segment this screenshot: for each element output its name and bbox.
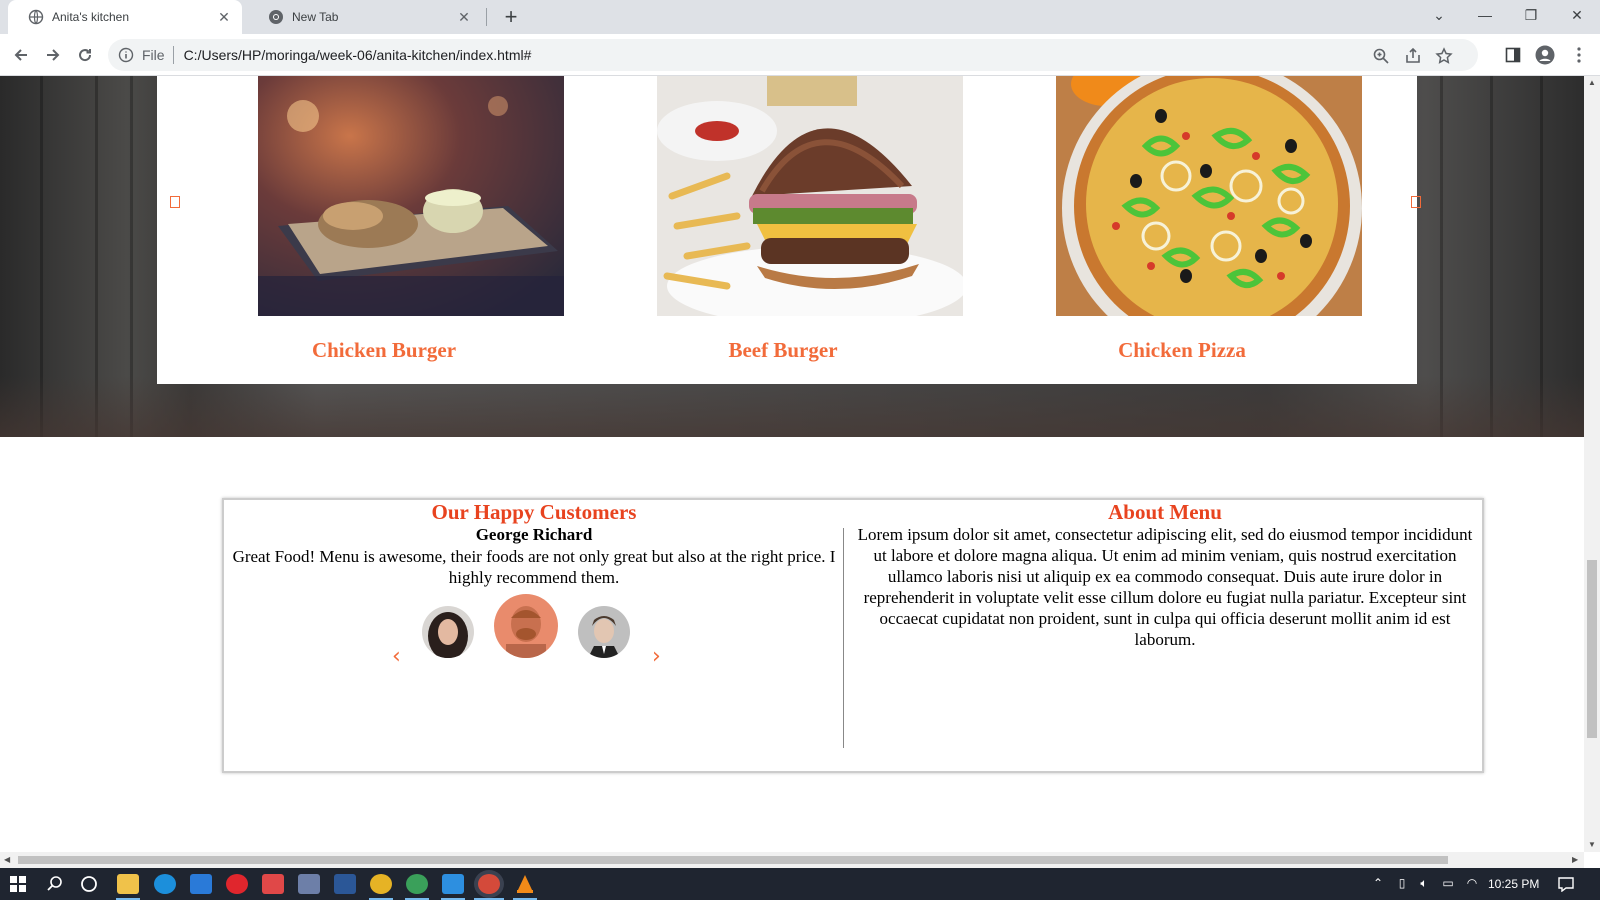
windows-start-icon[interactable] (10, 876, 26, 892)
arrow-left-icon (14, 49, 27, 61)
scheme-separator (172, 46, 174, 64)
close-icon[interactable]: ✕ (216, 9, 232, 25)
word-icon[interactable] (334, 874, 356, 894)
new-tab-button[interactable]: + (498, 4, 524, 30)
horizontal-scrollbar[interactable]: ◀ ▶ (0, 852, 1584, 868)
vscode-icon[interactable] (442, 874, 464, 894)
tab-title: Anita's kitchen (52, 10, 129, 24)
globe-icon (28, 9, 44, 25)
menu-item-name: Chicken Pizza (1118, 338, 1246, 362)
more-vert-icon (1577, 47, 1581, 63)
notification-icon[interactable] (1558, 876, 1574, 892)
chevron-left-icon[interactable]: ‹ (392, 644, 401, 669)
chrome-icon[interactable] (370, 874, 392, 894)
device-icon[interactable]: ▯ (1394, 876, 1410, 892)
carousel-prev-button[interactable] (170, 196, 180, 208)
profile-button[interactable] (1530, 40, 1560, 70)
vertical-scroll-thumb[interactable] (1587, 560, 1597, 738)
search-icon[interactable] (46, 875, 64, 893)
arrow-right-icon (47, 49, 60, 61)
scroll-up-icon[interactable]: ▲ (1588, 78, 1596, 87)
testimonials-panel: Our Happy Customers George Richard Great… (224, 500, 844, 771)
tab-new-tab[interactable]: New Tab ✕ (248, 0, 482, 34)
vlc-icon[interactable] (514, 874, 536, 894)
menu-button[interactable] (1564, 40, 1594, 70)
customer-avatar-active[interactable] (494, 594, 558, 658)
star-icon[interactable] (1435, 47, 1453, 65)
scheme-label: File (142, 47, 165, 63)
tab-search-icon[interactable]: ⌄ (1416, 0, 1462, 30)
store-icon[interactable] (298, 874, 320, 894)
chrome-icon (269, 10, 283, 24)
testimonials-heading: Our Happy Customers (431, 500, 637, 524)
chevron-right-icon[interactable]: › (652, 644, 661, 669)
customer-name: George Richard (475, 525, 593, 544)
avatar-icon (1535, 45, 1555, 65)
forward-button[interactable] (38, 40, 68, 70)
info-icon[interactable] (118, 47, 134, 63)
scroll-down-icon[interactable]: ▼ (1588, 840, 1596, 849)
url-text[interactable]: C:/Users/HP/moringa/week-06/anita-kitche… (184, 47, 532, 63)
chicken-burger-photo (258, 76, 564, 316)
wifi-icon[interactable]: ◠ (1464, 876, 1480, 892)
menu-item-name: Beef Burger (728, 338, 838, 362)
customer-avatar[interactable] (422, 606, 474, 658)
beef-burger-photo (657, 76, 963, 316)
media-player-icon[interactable] (262, 874, 284, 894)
scroll-left-icon[interactable]: ◀ (4, 855, 10, 864)
minimize-button[interactable]: — (1462, 0, 1508, 30)
windows-taskbar: ⌃ ▯ 🔈︎ ▭ ◠ 10:25 PM (0, 868, 1600, 900)
volume-icon[interactable]: 🔈︎ (1416, 876, 1432, 892)
share-icon[interactable] (1404, 47, 1422, 65)
tab-anitas-kitchen[interactable]: Anita's kitchen ✕ (8, 0, 242, 34)
about-text: Lorem ipsum dolor sit amet, consectetur … (857, 525, 1473, 649)
info-section: Our Happy Customers George Richard Great… (222, 498, 1484, 773)
tab-title: New Tab (292, 10, 339, 24)
close-window-button[interactable]: ✕ (1554, 0, 1600, 30)
scroll-right-icon[interactable]: ▶ (1572, 855, 1578, 864)
cortana-icon[interactable] (80, 875, 98, 893)
mail-icon[interactable] (190, 874, 212, 894)
chicken-pizza-photo (1056, 76, 1362, 316)
customer-quote: Great Food! Menu is awesome, their foods… (232, 547, 836, 587)
browser-toolbar: File C:/Users/HP/moringa/week-06/anita-k… (0, 34, 1600, 76)
reload-button[interactable] (70, 40, 100, 70)
panel-divider (843, 528, 844, 748)
taskbar-clock[interactable]: 10:25 PM (1488, 877, 1539, 891)
customer-avatar[interactable] (578, 606, 630, 658)
horizontal-scroll-thumb[interactable] (18, 856, 1448, 864)
chrome-icon[interactable] (406, 874, 428, 894)
close-icon[interactable]: ✕ (456, 9, 472, 25)
edge-icon[interactable] (154, 874, 176, 894)
opera-icon[interactable] (226, 874, 248, 894)
page-viewport: Chicken Burger Beef Burger Chicken Pizza… (0, 76, 1584, 852)
about-panel: About Menu Lorem ipsum dolor sit amet, c… (846, 500, 1484, 771)
battery-icon[interactable]: ▭ (1440, 876, 1456, 892)
chrome-icon[interactable] (478, 874, 500, 894)
vertical-scrollbar[interactable]: ▲ ▼ (1584, 76, 1600, 852)
side-panel-icon (1505, 47, 1521, 63)
menu-item-name: Chicken Burger (311, 338, 457, 362)
restore-button[interactable]: ❐ (1508, 0, 1554, 30)
tab-separator (486, 8, 487, 26)
carousel-next-button[interactable] (1411, 196, 1421, 208)
side-panel-button[interactable] (1498, 40, 1528, 70)
back-button[interactable] (6, 40, 36, 70)
reload-icon (79, 49, 92, 62)
chevron-up-icon[interactable]: ⌃ (1370, 876, 1386, 892)
address-bar[interactable]: File C:/Users/HP/moringa/week-06/anita-k… (108, 39, 1478, 71)
menu-carousel: Chicken Burger Beef Burger Chicken Pizza (157, 76, 1421, 384)
file-explorer-icon[interactable] (117, 874, 139, 894)
tab-strip: Anita's kitchen ✕ New Tab ✕ + ⌄ — ❐ ✕ (0, 0, 1600, 34)
about-heading: About Menu (1108, 500, 1222, 524)
zoom-icon[interactable] (1372, 47, 1390, 65)
